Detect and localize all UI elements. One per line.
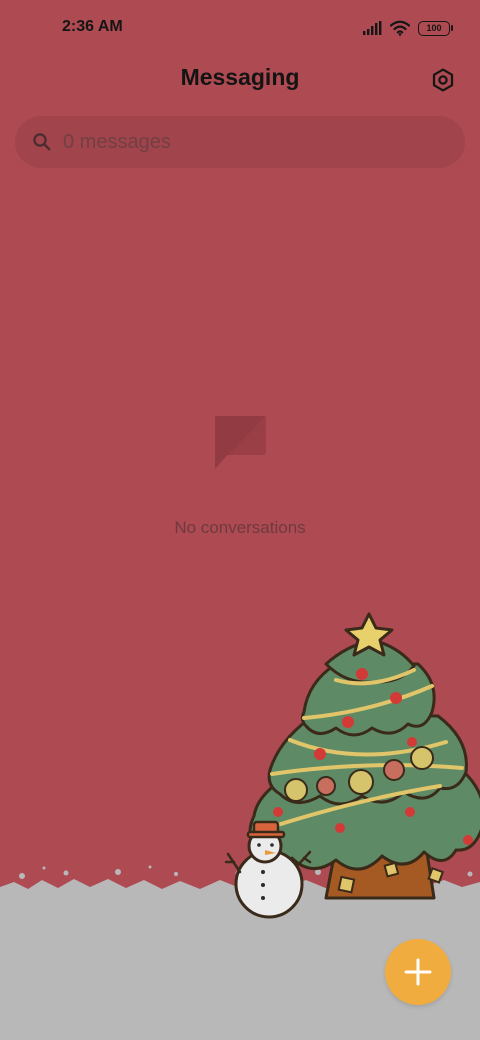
search-bar[interactable]: [15, 116, 465, 168]
battery-icon: 100: [418, 20, 453, 36]
page-title: Messaging: [180, 64, 300, 90]
plus-icon: [404, 958, 432, 986]
settings-button[interactable]: [429, 66, 457, 94]
status-time: 2:36 AM: [62, 18, 123, 35]
signal-icon: [363, 21, 382, 35]
search-icon: [32, 132, 52, 152]
status-icons: 100: [362, 18, 453, 38]
status-bar: 2:36 AM 100: [0, 0, 480, 56]
wifi-icon: [390, 20, 410, 36]
search-input[interactable]: [61, 129, 425, 155]
empty-state-text: No conversations: [174, 518, 306, 537]
chat-bubble-icon: [215, 416, 266, 469]
new-message-button[interactable]: [385, 939, 451, 1005]
settings-icon: [432, 68, 454, 92]
